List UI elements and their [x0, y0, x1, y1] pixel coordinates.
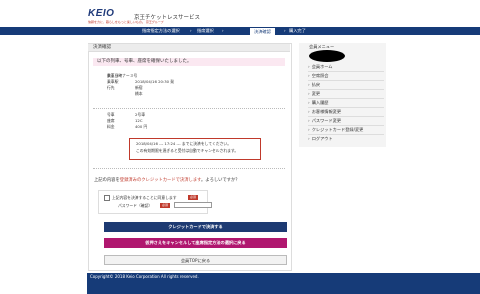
menu-password-change[interactable]: パスワード変更 [308, 117, 384, 126]
step-arrow-icon: › [190, 28, 192, 33]
menu-seat-inquiry[interactable]: 空席照会 [308, 72, 384, 81]
payment-confirm-question: 上記の内容を登録済みのクレジットカードで決済します。よろしいですか？ [94, 178, 240, 183]
keio-logo[interactable]: KEIO [88, 8, 128, 19]
agree-label: 上記内容を決済することに同意します [112, 195, 177, 200]
reservation-notice: 以下の列車、号車、座席を確保いたしました。 [93, 58, 285, 66]
required-badge: 必須 [188, 195, 199, 200]
train-info-values: 2018/04/16 20:30 発 新宿 橋本 [135, 79, 174, 98]
member-menu-title: 会員メニュー [309, 44, 335, 49]
train-name: 京王ライナー３号 [107, 73, 138, 78]
payment-deadline-box: 2018/04/16 --- 17:24 --- までに決済をしてください。 こ… [129, 138, 261, 160]
footer-copyright: Copyright© 2018 Keio Corporation All rig… [87, 273, 480, 294]
required-badge: 必須 [160, 203, 171, 208]
destination: 橋本 [135, 91, 143, 97]
password-label: パスワード（確認） [118, 203, 153, 208]
password-input[interactable] [174, 202, 212, 208]
menu-purchase-history[interactable]: 購入履歴 [308, 99, 384, 108]
seat-info-labels: 号車 座席 料金 [107, 112, 115, 131]
step-complete: 購入完了 [289, 28, 306, 33]
step-payment-confirm: 決済確認 [250, 27, 275, 35]
seat-info-values: 2号車 12C 400 円 [135, 112, 147, 131]
menu-credit-card[interactable]: クレジットカード登録/変更 [308, 126, 384, 135]
back-to-member-top-button[interactable]: 会員TOPに戻る [104, 255, 287, 265]
menu-refund[interactable]: 払戻 [308, 81, 384, 90]
panel-title: 決済確認 [88, 44, 290, 52]
step-arrow-icon: › [222, 28, 224, 33]
pay-with-credit-card-button[interactable]: クレジットカードで決済する [104, 222, 287, 232]
menu-member-home[interactable]: 会員ホーム [308, 63, 384, 72]
fare-label: 料金 [107, 124, 115, 130]
menu-logout[interactable]: ログアウト [308, 135, 384, 143]
step-arrow-icon: › [284, 28, 286, 33]
cancel-and-return-button[interactable]: 仮押さえをキャンセルして座席指定方法の選択に戻る [104, 238, 287, 248]
step-navigation [0, 27, 480, 35]
step-seat-select: 指席選択 [197, 28, 214, 33]
agree-checkbox[interactable] [104, 195, 110, 201]
train-label: 行先 [107, 85, 115, 91]
menu-change[interactable]: 変更 [308, 90, 384, 99]
deadline-text: 2018/04/16 --- 17:24 --- までに決済をしてください。 [136, 141, 232, 146]
redacted-region [309, 50, 345, 62]
fare-amount: 400 円 [135, 124, 148, 130]
menu-customer-info[interactable]: お客様情報変更 [308, 108, 384, 117]
service-name: 京王チケットレスサービス [134, 15, 201, 21]
cancel-warning-text: この有効期限を過ぎると受付は自動でキャンセルされます。 [136, 148, 239, 153]
divider [93, 168, 285, 169]
registered-card-emphasis: 登録済みのクレジットカードで決済します [119, 178, 201, 183]
step-seat-method: 指席指定方法の選択 [142, 28, 180, 33]
divider [93, 108, 285, 109]
